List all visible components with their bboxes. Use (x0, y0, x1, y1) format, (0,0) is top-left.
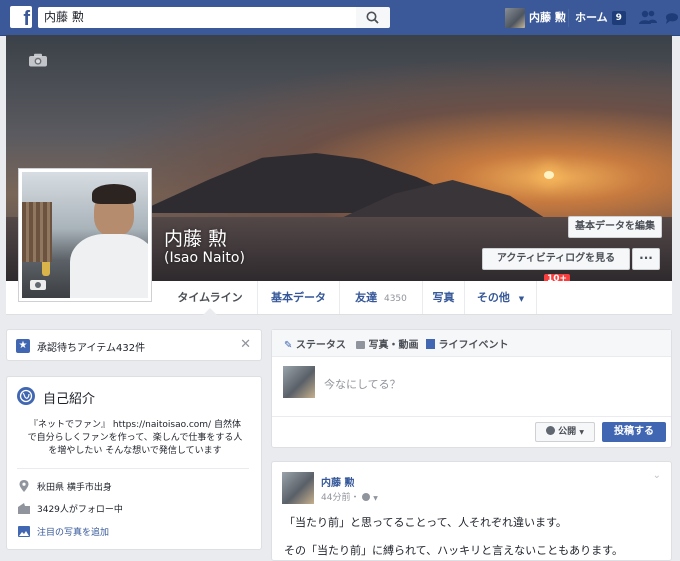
tab-timeline-label: タイムライン (177, 291, 243, 304)
followers-icon (18, 503, 30, 514)
user-avatar[interactable] (505, 8, 525, 28)
chevron-down-icon: ▼ (373, 495, 378, 502)
search-button[interactable] (356, 7, 390, 28)
close-icon[interactable]: ✕ (240, 337, 251, 352)
location-text: 秋田県 横手市出身 (37, 483, 112, 493)
tab-timeline[interactable]: タイムライン (163, 281, 257, 315)
tab-more[interactable]: その他 ▼ (464, 281, 536, 314)
tab-friends-label: 友達 (355, 291, 378, 304)
post-options-chevron-icon[interactable]: ⌄ (653, 470, 661, 481)
profile-picture[interactable] (18, 168, 152, 302)
location-pin-icon (19, 480, 29, 492)
intro-bio: 『ネットでファン』 https://naitoisao.com/ 自然体で自分ら… (27, 420, 243, 456)
flag-icon (426, 339, 435, 349)
composer-tab-status[interactable]: ✎ ステータス (284, 336, 346, 351)
photo-icon (18, 526, 30, 537)
followers-text: 3429人がフォロー中 (37, 505, 123, 515)
profile-alt-name: (Isao Naito) (164, 250, 245, 266)
profile-figure-body (70, 234, 148, 298)
tab-divider (536, 281, 537, 314)
chevron-down-icon: ▼ (518, 295, 525, 303)
pending-items-card[interactable]: ★ 承認待ちアイテム432件 ✕ (6, 329, 262, 361)
privacy-label: 公開 (558, 427, 577, 437)
post-author-avatar[interactable] (282, 472, 314, 504)
friend-requests-icon[interactable] (638, 9, 658, 25)
search-input[interactable]: 内藤 勲 (38, 7, 356, 28)
globe-small-icon (546, 426, 556, 435)
home-count-badge: 9 (611, 11, 626, 25)
intro-card: 自己紹介 『ネットでファン』 https://naitoisao.com/ 自然… (6, 376, 262, 550)
update-picture-camera-icon[interactable] (29, 277, 47, 291)
tab-about-label: 基本データ (271, 291, 326, 304)
composer-card: ✎ ステータス 写真・動画 ライフイベント 今なにしてる？ 公開 ▼ 投稿する (271, 329, 672, 448)
tab-about[interactable]: 基本データ (257, 281, 339, 314)
profile-link[interactable]: 内藤 勲 (529, 0, 566, 35)
camera-icon[interactable] (28, 53, 48, 67)
pencil-icon: ✎ (284, 340, 293, 351)
composer-tab-photo-label: 写真・動画 (368, 340, 419, 351)
home-link[interactable]: ホーム 9 (575, 0, 626, 35)
post-button[interactable]: 投稿する (602, 422, 666, 442)
star-icon: ★ (16, 339, 30, 353)
tab-photos[interactable]: 写真 (422, 281, 464, 314)
activity-log-button[interactable]: アクティビティログを見る 10+ (482, 248, 630, 284)
composer-avatar (283, 366, 315, 398)
composer-tab-status-label: ステータス (295, 340, 346, 351)
composer-tab-life-event-label: ライフイベント (438, 340, 509, 351)
audience-globe-icon[interactable] (362, 493, 371, 501)
more-options-button[interactable]: ··· (632, 248, 660, 270)
home-label: ホーム (575, 11, 608, 24)
chevron-down-icon: ▼ (579, 429, 584, 436)
tab-friends[interactable]: 友達 4350 (339, 281, 422, 314)
nav-divider (568, 9, 569, 27)
pending-items-label: 承認待ちアイテム432件 (37, 343, 146, 354)
intro-divider (17, 468, 249, 469)
messages-icon[interactable] (664, 10, 680, 26)
edit-basic-info-button[interactable]: 基本データを編集 (568, 216, 662, 238)
profile-figure-hair (92, 184, 136, 204)
activity-log-label: アクティビティログを見る (496, 253, 616, 264)
cover-sun (544, 171, 554, 179)
post-time[interactable]: 44分前・ (321, 493, 359, 503)
intro-title: 自己紹介 (43, 392, 96, 407)
post-text-line-1: 「当たり前」と思ってることって、人それぞれ違います。 (284, 516, 567, 529)
top-nav-bar: f 内藤 勲 内藤 勲 ホーム 9 (0, 0, 680, 36)
composer-tab-photo[interactable]: 写真・動画 (356, 336, 418, 351)
add-photos-link: 注目の写真を追加 (37, 528, 110, 538)
camera-small-icon (356, 341, 365, 349)
tab-more-label: その他 (476, 291, 510, 304)
composer-tab-life-event[interactable]: ライフイベント (426, 336, 508, 351)
post-author-name[interactable]: 内藤 勲 (321, 474, 354, 489)
globe-icon (17, 387, 35, 405)
post-meta: 44分前・ ▼ (321, 490, 378, 503)
privacy-selector[interactable]: 公開 ▼ (535, 422, 595, 442)
tab-photos-label: 写真 (432, 291, 455, 304)
composer-input[interactable]: 今なにしてる？ (324, 376, 401, 392)
active-tab-indicator (203, 308, 217, 315)
composer-tabs: ✎ ステータス 写真・動画 ライフイベント (272, 330, 671, 357)
search-icon (366, 11, 379, 24)
post-card: 内藤 勲 44分前・ ▼ ⌄ 「当たり前」と思ってることって、人それぞれ違います… (271, 461, 672, 561)
profile-railing (22, 202, 52, 262)
profile-name[interactable]: 内藤 勲 (164, 224, 227, 251)
tab-friends-count: 4350 (383, 294, 407, 304)
post-text-line-2: その「当たり前」に縛られて、ハッキリと言えないこともあります。 (284, 544, 624, 557)
facebook-logo-icon[interactable]: f (10, 6, 32, 28)
